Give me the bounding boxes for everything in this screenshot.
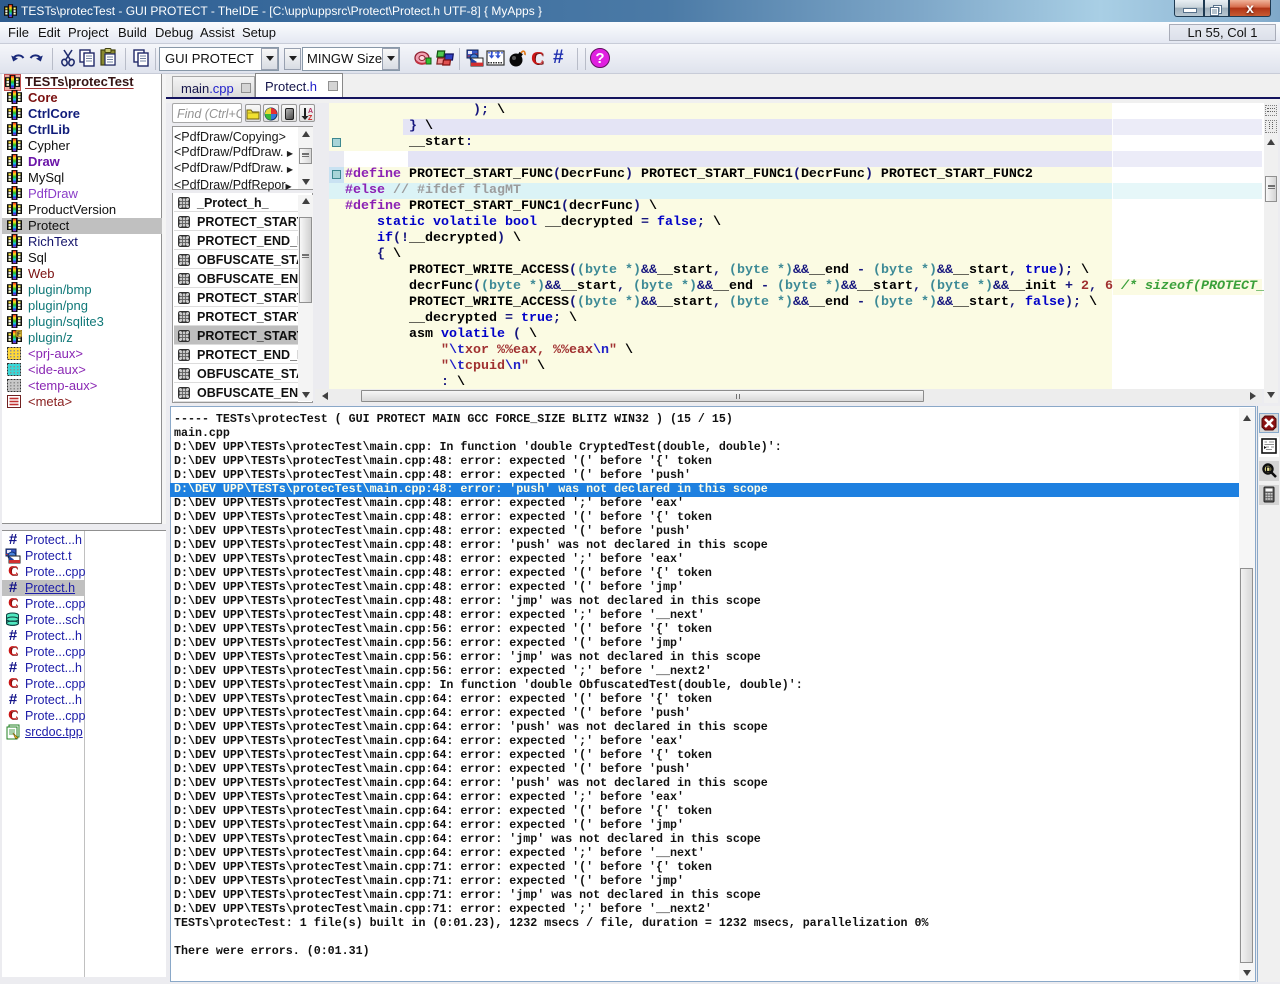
svg-text:F: F: [17, 331, 21, 338]
svg-text:A: A: [308, 108, 313, 115]
svg-text:Z: Z: [308, 115, 313, 121]
